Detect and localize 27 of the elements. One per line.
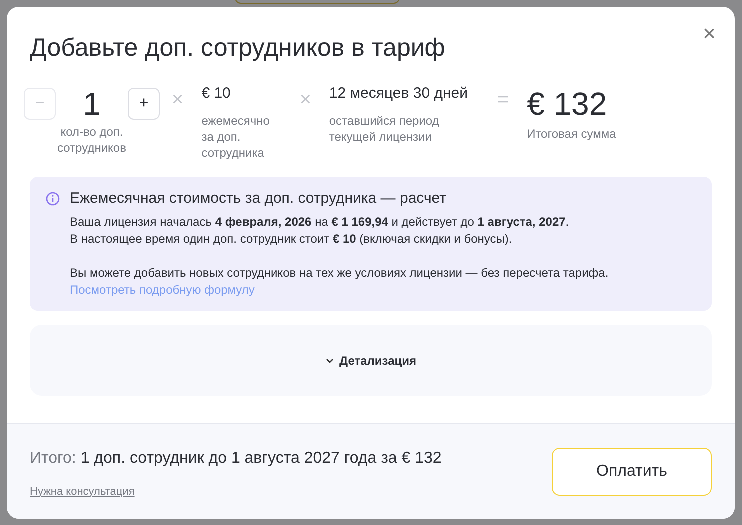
info-text: В настоящее время один доп. сотрудник стоит € 10 (включая скидки и бонусы). [70, 231, 514, 248]
info-text: Ваша лицензия началась 4 февраля, 2026 на € 1 169,94 и действует до 1 августа, 2027. [70, 214, 570, 232]
price-value: € 10 [202, 84, 232, 104]
info-note: Вы можете добавить новых сотрудников на тех же условиях лицензии — без пересчета тарифа. [70, 265, 609, 282]
period-caption: оставшийся период текущей лицензии [329, 113, 440, 146]
details-label: Детализация [340, 352, 416, 370]
plus-button[interactable]: + [128, 88, 160, 120]
formula-link[interactable]: Посмотреть подробную формулу [70, 282, 255, 300]
pay-button[interactable]: Оплатить [552, 448, 712, 496]
quantity-caption: кол-во доп. сотрудников [56, 124, 128, 156]
close-button[interactable]: × [699, 23, 720, 45]
total-summary: 1 доп. сотрудник до 1 августа 2027 года за € 132 [80, 450, 442, 467]
chevron-icon [326, 356, 334, 365]
operator-sign: × [172, 90, 184, 110]
operator-sign: × [300, 90, 312, 110]
period-value: 12 месяцев 30 дней [329, 84, 470, 104]
quantity-value: 1 [82, 88, 102, 120]
dialog-title: Добавьте доп. сотрудников в тариф [30, 33, 446, 64]
info-title: Ежемесячная стоимость за доп. сотрудника — расчет [70, 189, 448, 210]
operator-sign: = [497, 90, 510, 110]
info-icon [46, 192, 60, 206]
total-caption: Итоговая сумма [527, 126, 618, 142]
total-value: € 132 [527, 88, 608, 120]
price-caption: ежемесячно за доп. сотрудника [202, 113, 271, 162]
total-label: Итого: [30, 450, 76, 467]
details-panel[interactable]: Детализация [30, 325, 712, 396]
consultation-link[interactable]: Нужна консультация [30, 484, 135, 500]
